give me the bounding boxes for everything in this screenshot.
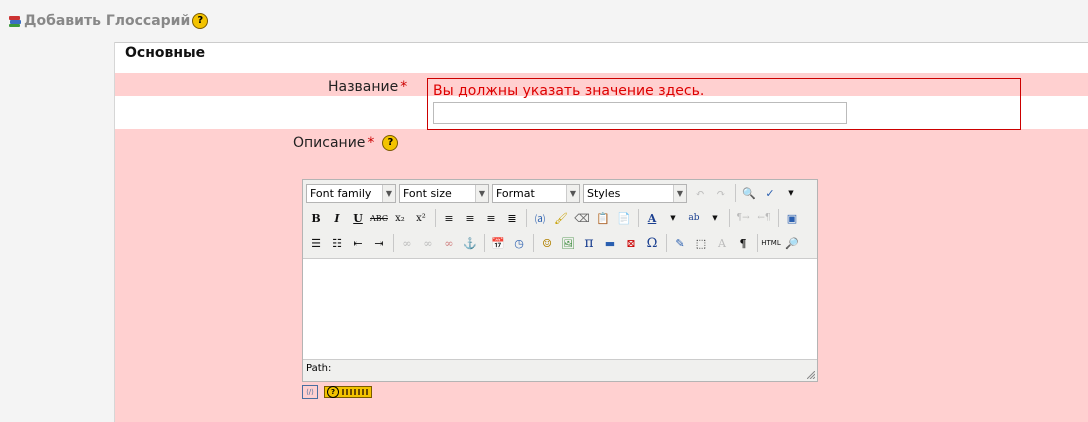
toolbar-row-3: ☰ ☷ ⇤ ⇥ ∞ ∞ ∞ ⚓ 📅 ◷ ☺ 🖼 π ▬ ⊠ Ω ✎ ⬚ A ¶ …	[306, 232, 803, 254]
paste-text-icon[interactable]: 📋	[593, 208, 613, 228]
legend-row: Основные	[115, 42, 1088, 73]
toolbar-row-2: B I U ABC x₂ x² ≡ ≡ ≡ ≣ ⒜ 🖌 ⌫ 📋 📄 A ▼ ab…	[306, 207, 803, 229]
editor-path: Path:	[306, 363, 332, 374]
align-right-icon[interactable]: ≡	[481, 208, 501, 228]
anchor-icon[interactable]: ⚓	[460, 233, 480, 253]
editor-content-area[interactable]	[303, 258, 817, 360]
outdent-icon[interactable]: ⇤	[348, 233, 368, 253]
font-size-select[interactable]: Font size ▼	[399, 183, 489, 203]
redo-icon[interactable]: ↷	[711, 183, 731, 203]
toolbar-separator	[729, 209, 730, 227]
font-size-select-label: Font size	[403, 186, 452, 200]
chevron-down-icon[interactable]: ▼	[663, 208, 683, 228]
font-family-select[interactable]: Font family ▼	[306, 183, 396, 203]
editor-help-bar: ⟨/⟩ ?	[302, 385, 372, 399]
insert-time-icon[interactable]: ◷	[509, 233, 529, 253]
zoom-icon[interactable]: 🔎	[782, 233, 802, 253]
rich-text-editor: Font family ▼ Font size ▼ Format ▼ Styles ▼ …	[302, 179, 818, 382]
chevron-down-icon: ▼	[475, 184, 488, 202]
italic-icon[interactable]: I	[327, 208, 347, 228]
required-mark: *	[367, 135, 375, 151]
emoticon-icon[interactable]: ☺	[537, 233, 557, 253]
insert-date-icon[interactable]: 📅	[488, 233, 508, 253]
nolink-icon[interactable]: ∞	[439, 233, 459, 253]
toolbar-separator	[735, 184, 736, 202]
indent-icon[interactable]: ⇥	[369, 233, 389, 253]
name-error-text: Вы должны указать значение здесь.	[433, 83, 705, 99]
help-icon[interactable]: ?	[382, 135, 399, 151]
html-source-icon[interactable]: HTML	[761, 233, 781, 253]
paste-word-icon[interactable]: 📄	[614, 208, 634, 228]
cleanup-icon[interactable]: 🖌	[551, 208, 571, 228]
name-error-box: Вы должны указать значение здесь.	[427, 78, 1021, 130]
image-icon[interactable]: 🖼	[558, 233, 578, 253]
toolbar-separator	[533, 234, 534, 252]
toolbar-separator	[393, 234, 394, 252]
unlink-icon[interactable]: ∞	[418, 233, 438, 253]
highlight-color-icon[interactable]: ab	[684, 208, 704, 228]
name-input[interactable]	[433, 102, 847, 124]
visual-aid-icon[interactable]: ⬚	[691, 233, 711, 253]
chevron-down-icon[interactable]: ▼	[705, 208, 725, 228]
fullscreen-icon[interactable]: ▣	[782, 208, 802, 228]
chevron-down-icon: ▼	[566, 184, 579, 202]
eraser-icon[interactable]: ⌫	[572, 208, 592, 228]
required-mark: *	[400, 79, 408, 95]
help-icon[interactable]: ?	[192, 13, 209, 29]
chevron-down-icon: ▼	[382, 184, 395, 202]
toolbar-separator	[638, 209, 639, 227]
toolbar-separator	[757, 234, 758, 252]
strikethrough-icon[interactable]: ABC	[369, 208, 389, 228]
pilcrow-icon[interactable]: ¶	[733, 233, 753, 253]
toggle-editor-icon[interactable]: ⟨/⟩	[302, 385, 318, 399]
general-fieldset: Основные Название * Вы должны указать зна…	[114, 42, 1088, 422]
edit-attributes-icon[interactable]: ✎	[670, 233, 690, 253]
align-center-icon[interactable]: ≡	[460, 208, 480, 228]
numbered-list-icon[interactable]: ☷	[327, 233, 347, 253]
link-icon[interactable]: ∞	[397, 233, 417, 253]
search-icon[interactable]: 🔍	[739, 183, 759, 203]
bold-icon[interactable]: B	[306, 208, 326, 228]
spellcheck-icon[interactable]: ✓	[760, 183, 780, 203]
description-label: Описание * ?	[293, 135, 399, 151]
format-select-label: Format	[496, 186, 535, 200]
pi-icon[interactable]: π	[579, 233, 599, 253]
chevron-down-icon: ▼	[673, 184, 686, 202]
toolbar-separator	[526, 209, 527, 227]
undo-icon[interactable]: ↶	[690, 183, 710, 203]
toolbar-separator	[484, 234, 485, 252]
nolink-box-icon[interactable]: ⊠	[621, 233, 641, 253]
font-family-select-label: Font family	[310, 186, 372, 200]
format-select[interactable]: Format ▼	[492, 183, 580, 203]
description-label-text: Описание	[293, 135, 366, 151]
styles-select-label: Styles	[587, 186, 621, 200]
resize-handle-icon[interactable]	[807, 371, 815, 379]
toolbar-separator	[778, 209, 779, 227]
align-left-icon[interactable]: ≡	[439, 208, 459, 228]
rtl-icon[interactable]: ←¶	[754, 208, 774, 228]
text-color-icon[interactable]: A	[642, 208, 662, 228]
underline-icon[interactable]: U	[348, 208, 368, 228]
chevron-down-icon[interactable]: ▼	[781, 183, 801, 203]
ltr-icon[interactable]: ¶→	[733, 208, 753, 228]
toolbar-separator	[666, 234, 667, 252]
horizontal-rule-icon[interactable]: ▬	[600, 233, 620, 253]
select-all-icon[interactable]: ⒜	[530, 208, 550, 228]
page-header: Добавить Глоссарий ?	[8, 10, 209, 32]
glossary-icon	[8, 14, 22, 28]
section-title: Основные	[125, 45, 206, 61]
bullet-list-icon[interactable]: ☰	[306, 233, 326, 253]
omega-icon[interactable]: Ω	[642, 233, 662, 253]
name-label-text: Название	[328, 79, 399, 95]
remove-format-icon[interactable]: A	[712, 233, 732, 253]
align-justify-icon[interactable]: ≣	[502, 208, 522, 228]
styles-select[interactable]: Styles ▼	[583, 183, 687, 203]
toolbar-row-1: Font family ▼ Font size ▼ Format ▼ Styles ▼ …	[306, 182, 802, 204]
name-label: Название *	[328, 79, 407, 95]
keyboard-help-icon[interactable]: ?	[324, 386, 372, 398]
subscript-icon[interactable]: x₂	[390, 208, 410, 228]
toolbar-separator	[435, 209, 436, 227]
page-title: Добавить Глоссарий	[24, 13, 191, 29]
superscript-icon[interactable]: x²	[411, 208, 431, 228]
